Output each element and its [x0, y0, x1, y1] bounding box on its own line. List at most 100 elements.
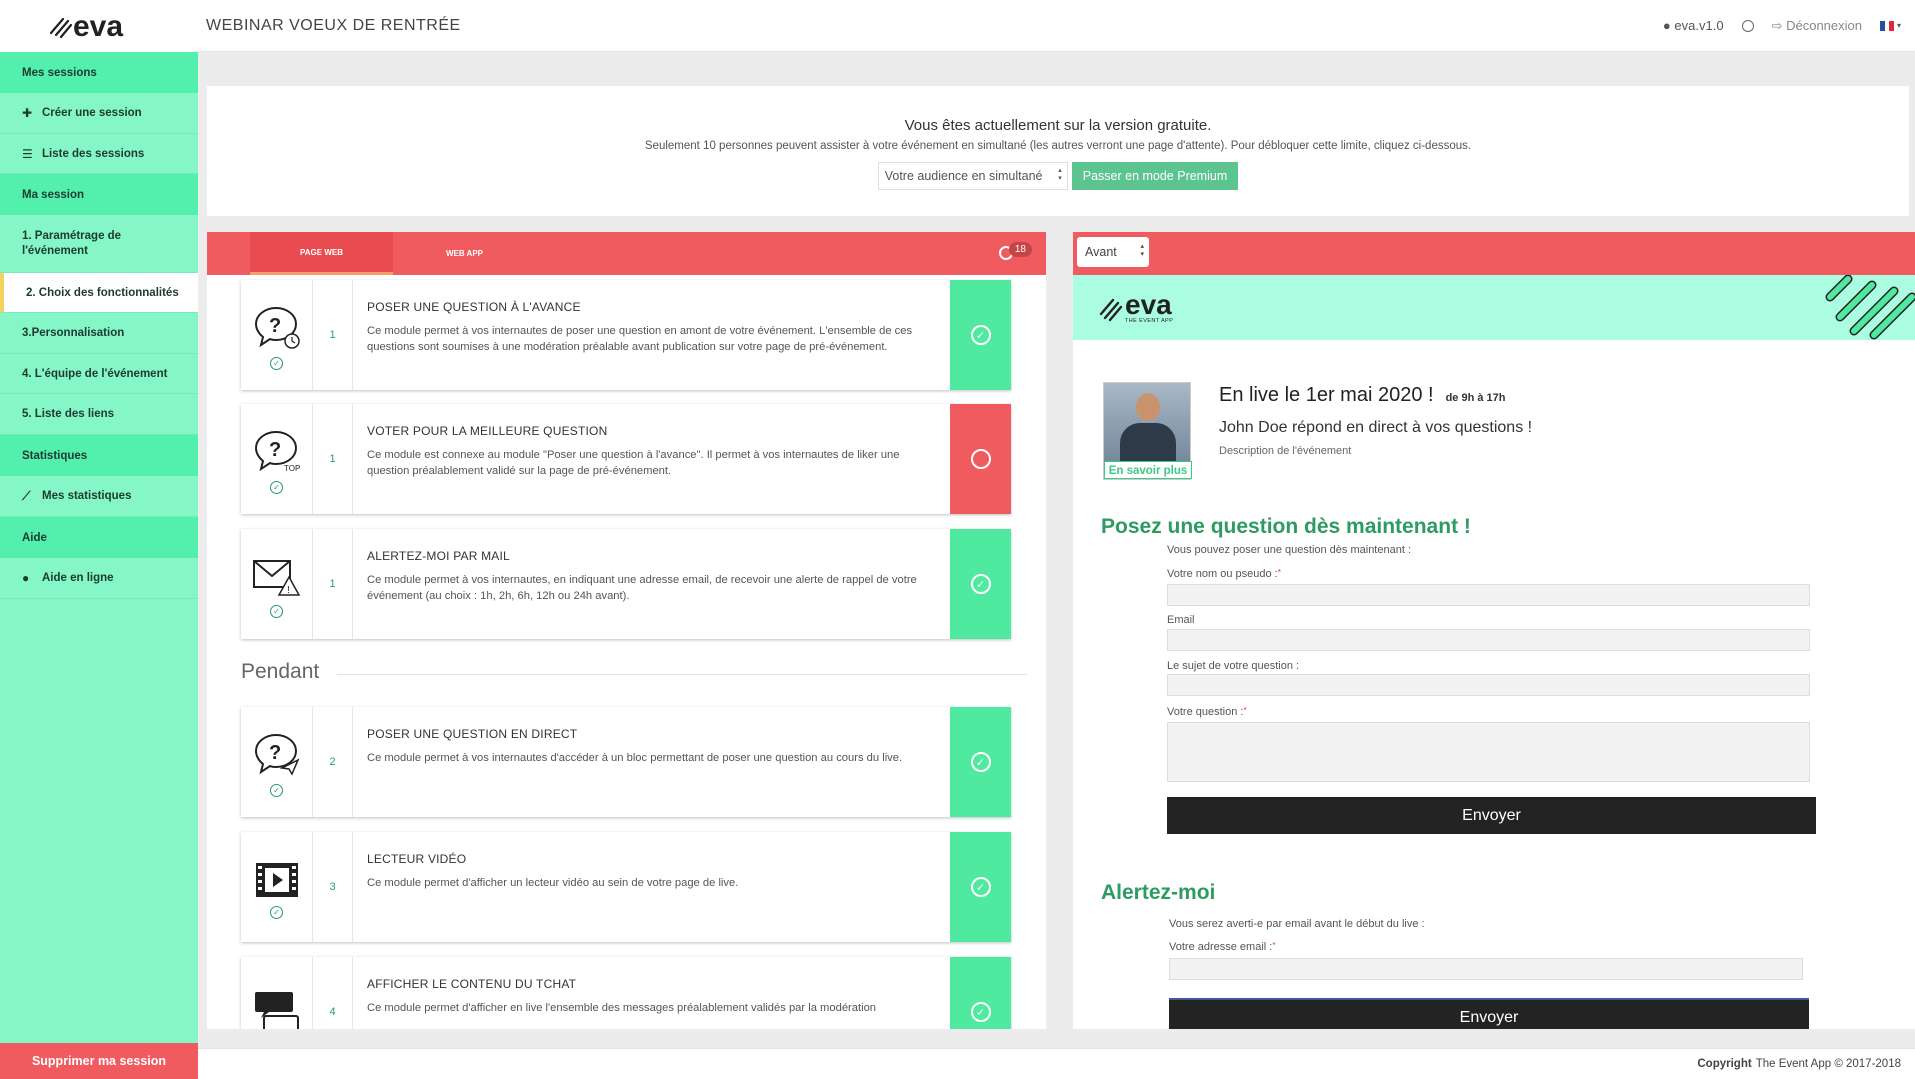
- sidebar-item-mes-statistiques[interactable]: ⟋ Mes statistiques: [0, 476, 198, 517]
- check-icon: ✓: [970, 574, 991, 594]
- module-position: 1: [313, 404, 353, 514]
- tab-web-app[interactable]: WEB APP: [393, 232, 536, 275]
- preview-bar: Avant: [1073, 232, 1915, 275]
- question-clock-icon: ?: [254, 306, 300, 349]
- copyright-text: The Event App © 2017-2018: [1755, 1058, 1901, 1070]
- tab-page-web[interactable]: PAGE WEB: [250, 232, 393, 275]
- question-submit-button[interactable]: Envoyer: [1167, 797, 1816, 834]
- alert-submit-button[interactable]: Envoyer: [1169, 998, 1809, 1029]
- check-icon: ✓: [970, 1002, 991, 1022]
- preview-panel: Avant eva THE EVENT APP En savoir plus E…: [1073, 232, 1915, 1029]
- info-icon[interactable]: ✓: [270, 480, 283, 494]
- sidebar-item-aide-en-ligne[interactable]: ● Aide en ligne: [0, 558, 198, 599]
- sidebar-item-personnalisation[interactable]: 3.Personnalisation: [0, 313, 198, 354]
- more-info-link[interactable]: En savoir plus: [1104, 461, 1192, 479]
- module-toggle-enabled[interactable]: ✓: [950, 707, 1011, 817]
- eva-preview-logo: eva THE EVENT APP: [1099, 290, 1174, 325]
- eva-logo[interactable]: eva: [0, 0, 198, 52]
- sidebar: eva Mes sessions ✚ Créer une session ☰ Lis…: [0, 0, 198, 1079]
- module-description: Ce module permet à vos internautes d'acc…: [367, 752, 903, 764]
- banner-text: Seulement 10 personnes peuvent assister …: [644, 140, 1472, 152]
- top-bar: WEBINAR VOEUX DE RENTRÉE ● eva.v1.0 ⇨ Dé…: [198, 0, 1915, 52]
- audience-select[interactable]: Votre audience en simultané: [877, 162, 1068, 190]
- alert-form-intro: Vous serez averti-e par email avant le d…: [1169, 918, 1425, 930]
- logout-link[interactable]: ⇨ Déconnexion: [1772, 18, 1862, 34]
- svg-text:eva: eva: [73, 11, 123, 41]
- module-title: POSER UNE QUESTION À L'AVANCE: [367, 300, 581, 314]
- counter-badge: 18: [1008, 241, 1032, 257]
- module-description: Ce module permet à vos internautes, en i…: [367, 574, 917, 602]
- user-menu[interactable]: ● eva.v1.0: [1663, 18, 1724, 33]
- sidebar-section-aide: Aide: [0, 517, 198, 558]
- language-selector[interactable]: ▾: [1879, 20, 1901, 31]
- chevron-down-icon: ▾: [1896, 21, 1901, 30]
- status-icon[interactable]: [1741, 19, 1754, 32]
- sidebar-item-choix-fonctionnalites[interactable]: 2. Choix des fonctionnalités: [0, 273, 198, 313]
- alert-form-heading: Alertez-moi: [1101, 881, 1216, 904]
- module-description: Ce module permet d'afficher un lecteur v…: [367, 877, 739, 889]
- sidebar-section-statistiques: Statistiques: [0, 435, 198, 476]
- svg-text:?: ?: [269, 742, 281, 764]
- plus-icon: ✚: [22, 106, 33, 120]
- module-title: POSER UNE QUESTION EN DIRECT: [367, 727, 578, 741]
- check-icon: ✓: [970, 877, 991, 897]
- question-textarea[interactable]: [1167, 722, 1810, 782]
- preview-header: eva THE EVENT APP: [1073, 275, 1915, 340]
- event-description: Description de l'événement: [1219, 445, 1352, 457]
- module-toggle-enabled[interactable]: ✓: [950, 280, 1011, 390]
- module-toggle-enabled[interactable]: ✓: [950, 529, 1011, 639]
- module-position: 4: [313, 957, 353, 1029]
- sidebar-item-liste-sessions[interactable]: ☰ Liste des sessions: [0, 134, 198, 174]
- svg-text:!: !: [287, 585, 290, 596]
- banner-title: Vous êtes actuellement sur la version gr…: [904, 117, 1212, 134]
- module-position: 3: [313, 832, 353, 942]
- premium-button[interactable]: Passer en mode Premium: [1071, 162, 1239, 190]
- module-card-tchat: 4 AFFICHER LE CONTENU DU TCHAT Ce module…: [241, 957, 1011, 1029]
- help-icon: ●: [22, 571, 30, 585]
- tabs-bar: PAGE WEB WEB APP 18: [207, 232, 1046, 275]
- sidebar-section-ma-session: Ma session: [0, 174, 198, 215]
- svg-text:?: ?: [269, 315, 281, 337]
- svg-text:TOP: TOP: [284, 464, 300, 473]
- sidebar-section-mes-sessions: Mes sessions: [0, 52, 198, 93]
- page-title: WEBINAR VOEUX DE RENTRÉE: [206, 16, 461, 34]
- email-input[interactable]: [1167, 629, 1810, 651]
- info-icon[interactable]: ✓: [270, 604, 283, 618]
- info-icon[interactable]: ✓: [270, 783, 283, 797]
- event-date: En live le 1er mai 2020 !: [1219, 384, 1434, 406]
- sidebar-item-liste-liens[interactable]: 5. Liste des liens: [0, 394, 198, 435]
- question-top-icon: ? TOP: [254, 430, 300, 473]
- brand-subtitle: THE EVENT APP: [1125, 317, 1174, 324]
- sidebar-item-equipe[interactable]: 4. L'équipe de l'événement: [0, 354, 198, 394]
- question-form-heading: Posez une question dès maintenant !: [1101, 515, 1471, 538]
- delete-session-button[interactable]: Supprimer ma session: [0, 1043, 198, 1079]
- module-card-voter-question: ? TOP ✓ 1 VOTER POUR LA MEILLEURE QUESTI…: [241, 404, 1011, 514]
- sidebar-item-parametrage[interactable]: 1. Paramétrage de l'événement: [0, 215, 198, 273]
- event-hours: de 9h à 17h: [1445, 392, 1506, 404]
- event-subtitle: John Doe répond en direct à vos question…: [1219, 419, 1533, 436]
- module-card-question-direct: ? ✓ 2 POSER UNE QUESTION EN DIRECT Ce mo…: [241, 707, 1011, 817]
- alert-email-label: Votre adresse email :*: [1169, 941, 1276, 953]
- alert-email-input[interactable]: [1169, 958, 1803, 980]
- module-toggle-disabled[interactable]: [950, 404, 1011, 514]
- subject-input[interactable]: [1167, 674, 1810, 696]
- info-icon[interactable]: ✓: [270, 356, 283, 370]
- module-toggle-enabled[interactable]: ✓: [950, 957, 1011, 1029]
- mail-alert-icon: !: [252, 559, 300, 596]
- free-version-banner: Vous êtes actuellement sur la version gr…: [207, 86, 1909, 216]
- footer: Copyright The Event App © 2017-2018: [198, 1048, 1915, 1079]
- empty-circle-icon: [970, 449, 991, 469]
- speaker-photo: En savoir plus: [1103, 382, 1192, 480]
- module-description: Ce module permet d'afficher en live l'en…: [367, 1002, 877, 1014]
- module-toggle-enabled[interactable]: ✓: [950, 832, 1011, 942]
- sidebar-item-creer-session[interactable]: ✚ Créer une session: [0, 93, 198, 134]
- subject-label: Le sujet de votre question :: [1167, 660, 1300, 672]
- section-heading-pendant: Pendant: [241, 660, 320, 683]
- info-icon[interactable]: ✓: [270, 905, 283, 919]
- name-input[interactable]: [1167, 584, 1810, 606]
- module-counter: 18: [998, 238, 1032, 260]
- module-position: 1: [313, 529, 353, 639]
- french-flag-icon: [1879, 20, 1894, 31]
- list-icon: ☰: [22, 146, 33, 161]
- phase-select[interactable]: Avant: [1077, 237, 1149, 267]
